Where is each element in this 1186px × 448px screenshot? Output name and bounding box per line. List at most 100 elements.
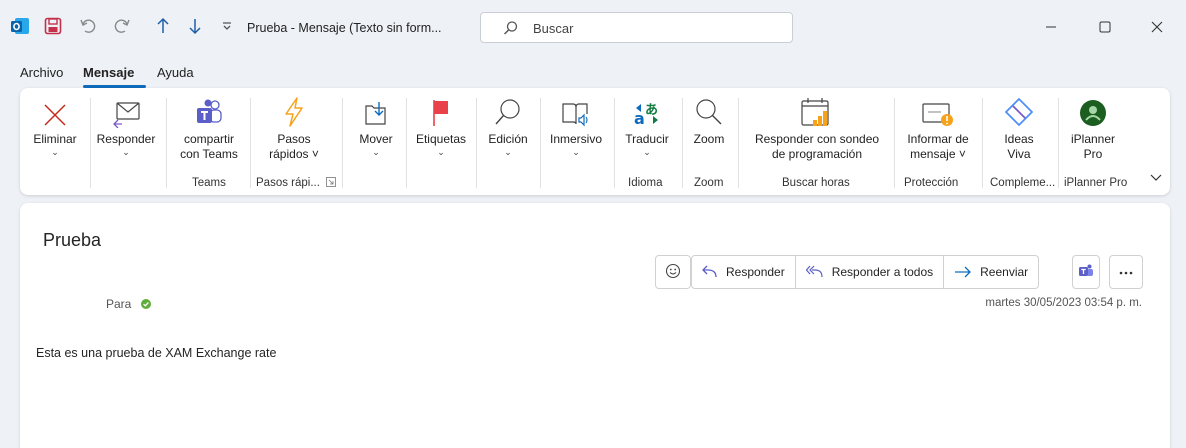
more-horizontal-icon <box>1118 265 1134 279</box>
menu-ayuda[interactable]: Ayuda <box>157 65 194 80</box>
delete-button[interactable]: Eliminar ⌄ <box>24 88 86 168</box>
group-quick-steps-label: Pasos rápi... <box>256 177 320 189</box>
immersive-reader-button[interactable]: Inmersivo ⌄ <box>542 88 610 168</box>
move-button[interactable]: Mover ⌄ <box>346 88 406 168</box>
teams-icon <box>1078 263 1094 282</box>
zoom-icon <box>684 88 734 132</box>
svg-text:a: a <box>634 109 645 128</box>
tags-button[interactable]: Etiquetas ⌄ <box>408 88 474 168</box>
scheduling-poll-label-1: Responder con sondeo <box>754 132 880 146</box>
viva-insights-button[interactable]: Ideas Viva <box>986 88 1052 168</box>
report-message-icon <box>896 88 980 132</box>
redo-icon[interactable] <box>111 15 133 37</box>
maximize-button[interactable] <box>1090 14 1120 40</box>
ribbon: Eliminar ⌄ Responder ⌄ compartir con Tea… <box>20 88 1170 195</box>
divider <box>1058 98 1059 188</box>
zoom-button[interactable]: Zoom <box>684 88 734 168</box>
reply-all-arrow-icon <box>805 265 823 278</box>
group-language-label: Idioma <box>628 177 663 189</box>
iplanner-icon <box>1060 88 1126 132</box>
editing-button[interactable]: Edición ⌄ <box>478 88 538 168</box>
minimize-button[interactable] <box>1036 14 1066 40</box>
translate-button[interactable]: aあ Traducir ⌄ <box>616 88 678 168</box>
viva-insights-label-1: Ideas <box>1004 132 1034 146</box>
divider <box>166 98 167 188</box>
flag-icon <box>408 88 474 132</box>
divider <box>250 98 251 188</box>
chevron-down-icon: ⌄ <box>643 147 651 157</box>
dialog-launcher-icon[interactable] <box>326 177 336 190</box>
iplanner-label-2: Pro <box>1083 147 1103 161</box>
undo-icon[interactable] <box>77 15 99 37</box>
scheduling-poll-button[interactable]: Responder con sondeo de programación <box>744 88 890 168</box>
reply-all-action-button[interactable]: Responder a todos <box>796 256 945 288</box>
message-actions: Responder Responder a todos Reenviar <box>691 255 1040 289</box>
search-icon <box>503 20 519 39</box>
group-iplanner-label: iPlanner Pro <box>1064 177 1128 189</box>
calendar-poll-icon <box>744 88 890 132</box>
report-message-label-1: Informar de <box>907 132 969 146</box>
message-body: Esta es una prueba de XAM Exchange rate <box>36 346 277 360</box>
immersive-reader-icon <box>542 88 610 132</box>
down-arrow-icon[interactable] <box>184 15 206 37</box>
group-zoom-label: Zoom <box>694 177 724 189</box>
quick-steps-label-2: rápidos ˅ <box>269 147 319 161</box>
translate-label: Traducir <box>625 132 669 146</box>
up-arrow-icon[interactable] <box>152 15 174 37</box>
forward-action-button[interactable]: Reenviar <box>944 256 1038 288</box>
message-date: martes 30/05/2023 03:54 p. m. <box>985 297 1142 309</box>
emoji-reaction-button[interactable] <box>655 255 691 289</box>
iplanner-pro-button[interactable]: iPlanner Pro <box>1060 88 1126 168</box>
reply-mail-icon <box>92 88 160 132</box>
chevron-down-icon: ⌄ <box>122 147 130 157</box>
viva-insights-icon <box>986 88 1052 132</box>
quick-steps-button[interactable]: Pasos rápidos ˅ <box>254 88 334 168</box>
report-message-button[interactable]: Informar de mensaje ˅ <box>896 88 980 168</box>
group-addins-label: Compleme... <box>990 177 1056 189</box>
delete-icon <box>24 88 86 132</box>
more-options-button[interactable] <box>1109 255 1143 289</box>
close-button[interactable] <box>1142 14 1172 40</box>
forward-arrow-icon <box>955 266 972 278</box>
outlook-icon <box>9 15 31 37</box>
ribbon-collapse-chevron-icon[interactable] <box>1150 172 1162 186</box>
chevron-down-icon: ⌄ <box>51 147 59 157</box>
editing-label: Edición <box>488 132 528 146</box>
message-subject: Prueba <box>43 230 102 250</box>
reply-arrow-icon <box>702 265 717 278</box>
menu-mensaje[interactable]: Mensaje <box>83 65 134 80</box>
save-icon[interactable] <box>42 15 64 37</box>
iplanner-label-1: iPlanner <box>1070 132 1116 146</box>
divider <box>738 98 739 188</box>
teams-icon <box>170 88 248 132</box>
divider <box>476 98 477 188</box>
search-input[interactable]: Buscar <box>480 12 793 43</box>
chevron-down-icon: ⌄ <box>437 147 445 157</box>
group-find-time-label: Buscar horas <box>782 177 850 189</box>
menu-archivo[interactable]: Archivo <box>20 65 63 80</box>
customize-icon[interactable] <box>216 15 238 37</box>
reply-action-button[interactable]: Responder <box>692 256 796 288</box>
menu-bar: Archivo Mensaje Ayuda <box>0 58 1186 88</box>
tags-label: Etiquetas <box>415 132 467 146</box>
viva-insights-label-2: Viva <box>1007 147 1031 161</box>
title-bar: Prueba - Mensaje (Texto sin form... Busc… <box>0 0 1186 58</box>
search-icon <box>478 88 538 132</box>
report-message-label-2: mensaje ˅ <box>910 147 966 161</box>
zoom-label: Zoom <box>693 132 725 146</box>
immersive-reader-label: Inmersivo <box>549 132 602 146</box>
divider <box>540 98 541 188</box>
reply-button[interactable]: Responder ⌄ <box>92 88 160 168</box>
search-placeholder: Buscar <box>533 21 574 36</box>
teams-share-button[interactable] <box>1072 255 1100 289</box>
recipient-row: Para <box>106 297 151 312</box>
svg-text:あ: あ <box>645 103 658 118</box>
divider <box>614 98 615 188</box>
share-teams-button[interactable]: compartir con Teams <box>170 88 248 168</box>
smiley-icon <box>665 263 681 282</box>
move-folder-icon <box>346 88 406 132</box>
reply-label: Responder <box>96 132 156 146</box>
divider <box>982 98 983 188</box>
scheduling-poll-label-2: de programación <box>771 147 863 161</box>
delete-label: Eliminar <box>33 132 77 146</box>
